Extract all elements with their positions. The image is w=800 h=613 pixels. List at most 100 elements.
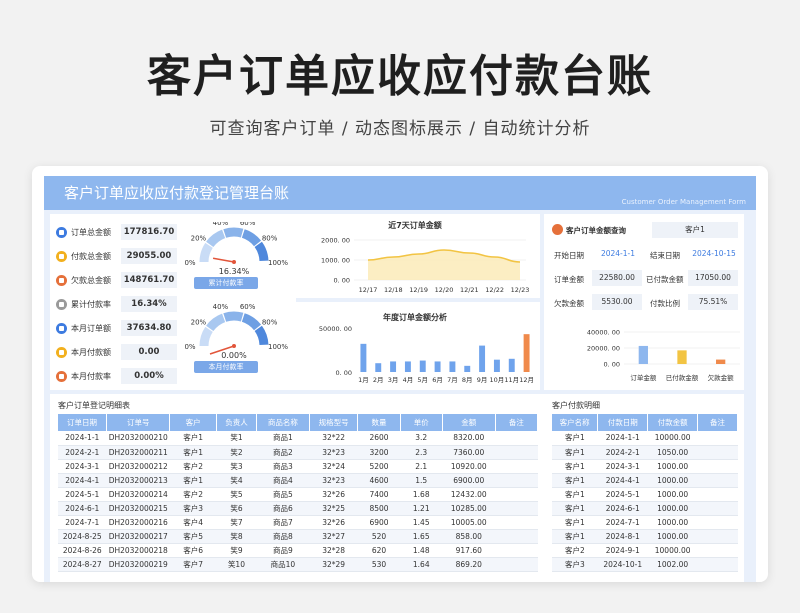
table-cell: DH2032000215 bbox=[106, 501, 170, 516]
table-row[interactable]: 客户3 2024-10-1 1002.00 bbox=[552, 557, 738, 572]
orders-table: 订单日期 订单号 客户 负责人 商品名称 规格型号 数量 单价 金额 备注 2024-1-1 DH20… bbox=[58, 414, 539, 572]
kpi-icon bbox=[56, 370, 67, 382]
end-date-field[interactable]: 2024-10-15 bbox=[686, 246, 742, 262]
gauge-segment bbox=[254, 325, 269, 346]
column-header[interactable]: 备注 bbox=[495, 414, 539, 431]
kpi-label: 累计付款率 bbox=[71, 299, 111, 309]
kpi-row: 本月付款额 0.00 bbox=[56, 342, 177, 362]
table-cell bbox=[495, 431, 538, 446]
table-row[interactable]: 2024-8-25 DH2032000217 客户5 笑8 商品8 32*27 520 1.6… bbox=[58, 529, 538, 544]
table-cell: 6900 bbox=[357, 515, 401, 530]
y-tick-label: 0. 00 bbox=[335, 369, 352, 377]
column-header[interactable]: 付款金额 bbox=[647, 414, 699, 431]
table-cell: 10920.00 bbox=[442, 459, 496, 474]
table-cell: DH2032000210 bbox=[106, 431, 170, 446]
table-cell: 32*23 bbox=[309, 473, 358, 488]
table-cell: 620 bbox=[357, 543, 401, 558]
start-date-field[interactable]: 2024-1-1 bbox=[592, 246, 644, 262]
table-row[interactable]: 客户1 2024-4-1 1000.00 bbox=[552, 473, 738, 488]
table-cell: 商品10 bbox=[256, 557, 310, 572]
table-row[interactable]: 客户2 2024-9-1 10000.00 bbox=[552, 543, 738, 558]
table-cell bbox=[697, 529, 738, 544]
kpi-icon bbox=[56, 346, 67, 358]
table-row[interactable]: 客户1 2024-8-1 1000.00 bbox=[552, 529, 738, 544]
column-header[interactable]: 付款日期 bbox=[597, 414, 649, 431]
bar bbox=[464, 365, 471, 372]
table-cell bbox=[697, 515, 738, 530]
kpi-value: 0.00 bbox=[121, 344, 177, 360]
payments-table: 客户名称 付款日期 付款金额 备注 客户1 2024-1-1 10000.00 客户1 2024… bbox=[552, 414, 738, 572]
table-row[interactable]: 2024-3-1 DH2032000212 客户2 笑3 商品3 32*24 5200 2.1… bbox=[58, 459, 538, 474]
column-header[interactable]: 备注 bbox=[697, 414, 738, 431]
gauge-button[interactable]: 本月付款率 bbox=[194, 361, 258, 373]
table-cell: 1.45 bbox=[400, 515, 443, 530]
table-cell: 客户1 bbox=[552, 515, 598, 530]
table-row[interactable]: 客户1 2024-1-1 10000.00 bbox=[552, 431, 738, 446]
bar bbox=[390, 361, 397, 372]
y-tick-label: 0. 00 bbox=[603, 361, 620, 369]
gauge-tick-label: 0% bbox=[184, 259, 195, 267]
y-tick-label: 50000. 00 bbox=[319, 325, 352, 333]
table-row[interactable]: 客户1 2024-3-1 1000.00 bbox=[552, 459, 738, 474]
column-header[interactable]: 单价 bbox=[400, 414, 443, 431]
table-cell: 530 bbox=[357, 557, 401, 572]
table-row[interactable]: 2024-7-1 DH2032000216 客户4 笑7 商品7 32*26 6900 1.4… bbox=[58, 515, 538, 530]
end-date-label: 结束日期 bbox=[650, 251, 680, 260]
gauge-tick-label: 20% bbox=[191, 234, 207, 242]
gauge-button[interactable]: 累计付款率 bbox=[194, 277, 258, 289]
table-cell: 2024-3-1 bbox=[597, 459, 648, 474]
kpi-value: 29055.00 bbox=[121, 248, 177, 264]
table-cell: 520 bbox=[357, 529, 401, 544]
column-header[interactable]: 订单号 bbox=[106, 414, 171, 431]
table-cell bbox=[697, 445, 738, 460]
pay-ratio-label: 付款比例 bbox=[650, 299, 680, 308]
customer-select[interactable]: 客户1 bbox=[652, 222, 738, 238]
table-cell: 10005.00 bbox=[442, 515, 496, 530]
column-header[interactable]: 数量 bbox=[357, 414, 401, 431]
table-cell bbox=[697, 501, 738, 516]
bar bbox=[479, 345, 486, 372]
gauge-tick-label: 100% bbox=[268, 259, 288, 267]
table-cell: 2600 bbox=[357, 431, 401, 446]
table-cell: 客户3 bbox=[552, 557, 598, 572]
kpi-label: 本月付款额 bbox=[71, 347, 111, 357]
table-cell: DH2032000218 bbox=[106, 543, 170, 558]
table-row[interactable]: 2024-2-1 DH2032000211 客户1 笑2 商品2 32*23 3200 2.3… bbox=[58, 445, 538, 460]
column-header[interactable]: 负责人 bbox=[216, 414, 258, 431]
table-row[interactable]: 2024-8-26 DH2032000218 客户6 笑9 商品9 32*28 620 1.4… bbox=[58, 543, 538, 558]
column-header[interactable]: 金额 bbox=[442, 414, 496, 431]
column-header[interactable]: 规格型号 bbox=[309, 414, 359, 431]
kpi-value: 37634.80 bbox=[121, 320, 177, 336]
table-row[interactable]: 客户1 2024-2-1 1050.00 bbox=[552, 445, 738, 460]
x-tick-label: 8月 bbox=[462, 376, 473, 384]
table-cell: 32*29 bbox=[309, 557, 358, 572]
table-row[interactable]: 2024-1-1 DH2032000210 客户1 笑1 商品1 32*22 2600 3.2… bbox=[58, 431, 538, 446]
kpi-value: 177816.70 bbox=[121, 224, 177, 240]
table-cell: 笑9 bbox=[216, 543, 257, 558]
table-row[interactable]: 2024-8-27 DH2032000219 客户7 笑10 商品10 32*29 530 1… bbox=[58, 557, 538, 572]
table-row[interactable]: 客户1 2024-5-1 1000.00 bbox=[552, 487, 738, 502]
table-row[interactable]: 2024-5-1 DH2032000214 客户2 笑5 商品5 32*26 7400 1.6… bbox=[58, 487, 538, 502]
table-row[interactable]: 2024-6-1 DH2032000215 客户3 笑6 商品6 32*25 8500 1.2… bbox=[58, 501, 538, 516]
table-cell: 2024-3-1 bbox=[58, 459, 107, 474]
gauge-tick-label: 80% bbox=[262, 234, 278, 242]
table-cell bbox=[697, 431, 738, 446]
table-row[interactable]: 客户1 2024-6-1 1000.00 bbox=[552, 501, 738, 516]
column-header[interactable]: 客户 bbox=[169, 414, 217, 431]
table-cell: 869.20 bbox=[442, 557, 496, 572]
ledger-sheet: 客户订单应收应付款登记管理台账 Customer Order Managemen… bbox=[32, 166, 768, 582]
table-row[interactable]: 2024-4-1 DH2032000213 客户1 笑4 商品4 32*23 4600 1.5… bbox=[58, 473, 538, 488]
column-header[interactable]: 商品名称 bbox=[256, 414, 310, 431]
table-row[interactable]: 客户1 2024-7-1 1000.00 bbox=[552, 515, 738, 530]
column-header[interactable]: 客户名称 bbox=[552, 414, 599, 431]
table-cell: 商品1 bbox=[256, 431, 310, 446]
column-header[interactable]: 订单日期 bbox=[58, 414, 108, 431]
table-cell: 2.1 bbox=[400, 459, 443, 474]
table-cell: 笑10 bbox=[216, 557, 257, 572]
y-tick-label: 40000. 00 bbox=[587, 329, 620, 337]
x-tick-label: 12/22 bbox=[485, 286, 504, 294]
payments-title: 客户付款明细 bbox=[552, 401, 600, 410]
table-cell: 3.2 bbox=[400, 431, 443, 446]
table-cell: 笑8 bbox=[216, 529, 257, 544]
table-cell: 32*24 bbox=[309, 459, 358, 474]
